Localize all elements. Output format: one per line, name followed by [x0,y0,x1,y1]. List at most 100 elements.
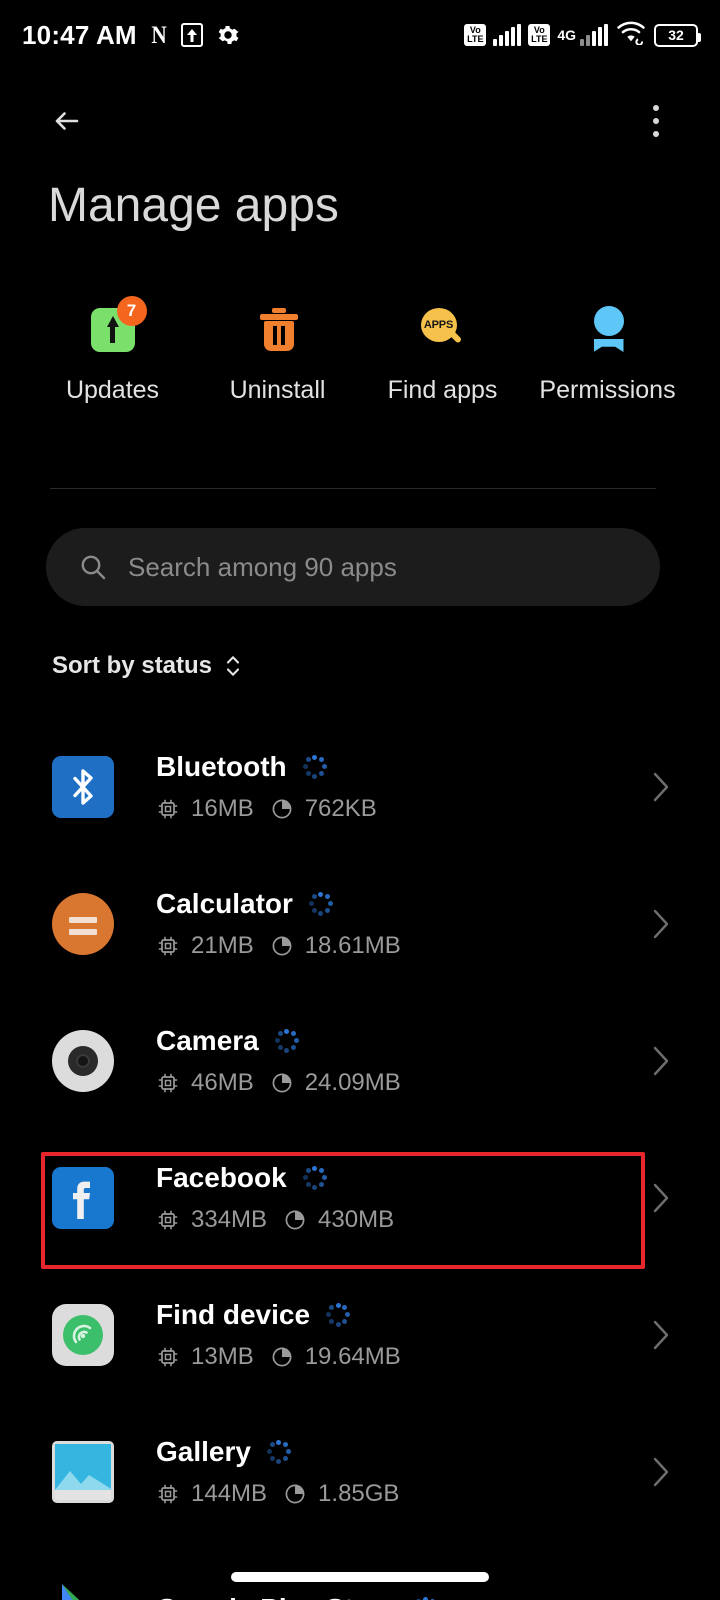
status-time: 10:47 AM [22,19,137,50]
battery-level: 32 [668,27,684,43]
app-row-bluetooth[interactable]: Bluetooth 16MB 762KB [0,718,720,855]
action-label-uninstall: Uninstall [229,376,326,404]
loading-spinner-icon [413,1596,437,1600]
find-apps-icon: APPS [415,300,471,356]
more-options-button[interactable] [638,100,674,142]
action-updates[interactable]: 7 Updates [38,296,188,405]
pie-chart-icon [270,934,294,958]
loading-spinner-icon [326,1302,351,1327]
signal-bars-icon [493,24,522,46]
action-permissions[interactable]: Permissions [533,300,683,405]
sort-label: Sort by status [52,652,213,679]
ram-value: 13MB [191,1342,254,1370]
loading-spinner-icon [308,891,333,916]
bluetooth-icon [52,755,114,818]
app-row-gallery[interactable]: Gallery 144MB 1.85GB [0,1403,720,1540]
chip-icon [156,1208,180,1232]
sort-updown-icon [224,653,242,679]
play-store-icon [52,1578,114,1600]
ram-value: 144MB [191,1479,268,1507]
storage-usage: 19.64MB [270,1343,401,1371]
chevron-right-icon [650,1454,672,1490]
ram-usage: 46MB [156,1069,254,1097]
dot-3 [653,131,659,137]
storage-usage: 1.85GB [283,1480,399,1508]
app-name: Google Play Store [156,1593,397,1600]
chip-icon [156,1071,180,1095]
app-info: Find device 13MB 19.64MB [156,1299,720,1371]
pie-chart-icon [270,1345,294,1369]
app-row-calculator[interactable]: Calculator 21MB 18.61MB [0,855,720,992]
action-uninstall[interactable]: Uninstall [203,300,353,405]
app-info: Calculator 21MB 18.61MB [156,888,720,960]
dot-1 [653,105,659,111]
back-button[interactable] [46,100,88,142]
app-row-facebook[interactable]: Facebook 334MB 430MB [0,1129,720,1266]
chip-icon [156,934,180,958]
chevron-right-icon [650,1180,672,1216]
volte-icon-2: Vo LTE [528,24,551,46]
volte2-line-2: LTE [531,34,548,44]
storage-usage: 24.09MB [270,1069,401,1097]
action-label-permissions: Permissions [539,376,676,404]
loading-spinner-icon [302,754,327,779]
home-indicator[interactable] [231,1572,489,1582]
app-row-camera[interactable]: Camera 46MB 24.09MB [0,992,720,1129]
storage-value: 19.64MB [304,1342,401,1370]
gallery-icon [52,1440,114,1503]
app-row-find-device[interactable]: Find device 13MB 19.64MB [0,1266,720,1403]
app-list: Bluetooth 16MB 762KB Calculator 21MB 18.… [0,718,720,1600]
pie-chart-icon [270,797,294,821]
dot-2 [653,118,659,124]
chevron-right-icon [650,1043,672,1079]
storage-value: 762KB [304,794,377,822]
app-name: Calculator [156,887,293,919]
action-label-updates: Updates [65,376,160,404]
pie-chart-icon [270,1071,294,1095]
loading-spinner-icon [274,1028,299,1053]
search-icon [78,552,108,582]
app-row-google-play-store[interactable]: Google Play Store [0,1540,720,1600]
chip-icon [156,1482,180,1506]
find-device-icon [52,1303,114,1366]
search-input[interactable]: Search among 90 apps [128,552,397,583]
chip-icon [156,797,180,821]
wifi-icon [615,21,647,50]
status-bar: 10:47 AM N Vo LTE Vo LTE 4G 32 [0,0,720,70]
app-name: Gallery [156,1435,251,1467]
page-title: Manage apps [48,179,339,232]
signal-bars-icon-2 [580,24,608,46]
action-label-find-apps: Find apps [387,376,498,404]
volte-line-2: LTE [467,34,484,44]
find-apps-icon-text: APPS [423,319,454,331]
app-info: Google Play Store [156,1593,720,1600]
volte-icon: Vo LTE [464,24,487,46]
battery-icon: 32 [654,23,701,47]
loading-spinner-icon [302,1165,327,1190]
search-bar[interactable]: Search among 90 apps [46,528,660,606]
app-info: Gallery 144MB 1.85GB [156,1436,720,1508]
storage-usage: 762KB [270,795,377,823]
ram-value: 46MB [191,1068,254,1096]
app-bar [0,86,720,156]
storage-usage: 430MB [283,1206,394,1234]
quick-actions-row: 7 Updates Uninstall APPS Find apps Permi… [0,296,720,405]
ram-value: 21MB [191,931,254,959]
trash-icon [250,300,306,356]
ram-usage: 16MB [156,795,254,823]
ram-value: 334MB [191,1205,268,1233]
sort-by-status-button[interactable]: Sort by status [52,652,242,680]
network-type-label: 4G [557,27,576,43]
chevron-right-icon [650,906,672,942]
gear-icon [216,23,240,47]
status-bar-left: 10:47 AM N [22,20,240,51]
upload-icon [180,23,203,47]
action-find-apps[interactable]: APPS Find apps [368,300,518,405]
ram-usage: 21MB [156,932,254,960]
status-bar-right: Vo LTE Vo LTE 4G 32 [464,21,701,50]
app-info: Facebook 334MB 430MB [156,1162,720,1234]
chevron-right-icon [650,1317,672,1353]
ram-usage: 13MB [156,1343,254,1371]
updates-icon: 7 [85,296,147,356]
storage-value: 430MB [318,1205,395,1233]
